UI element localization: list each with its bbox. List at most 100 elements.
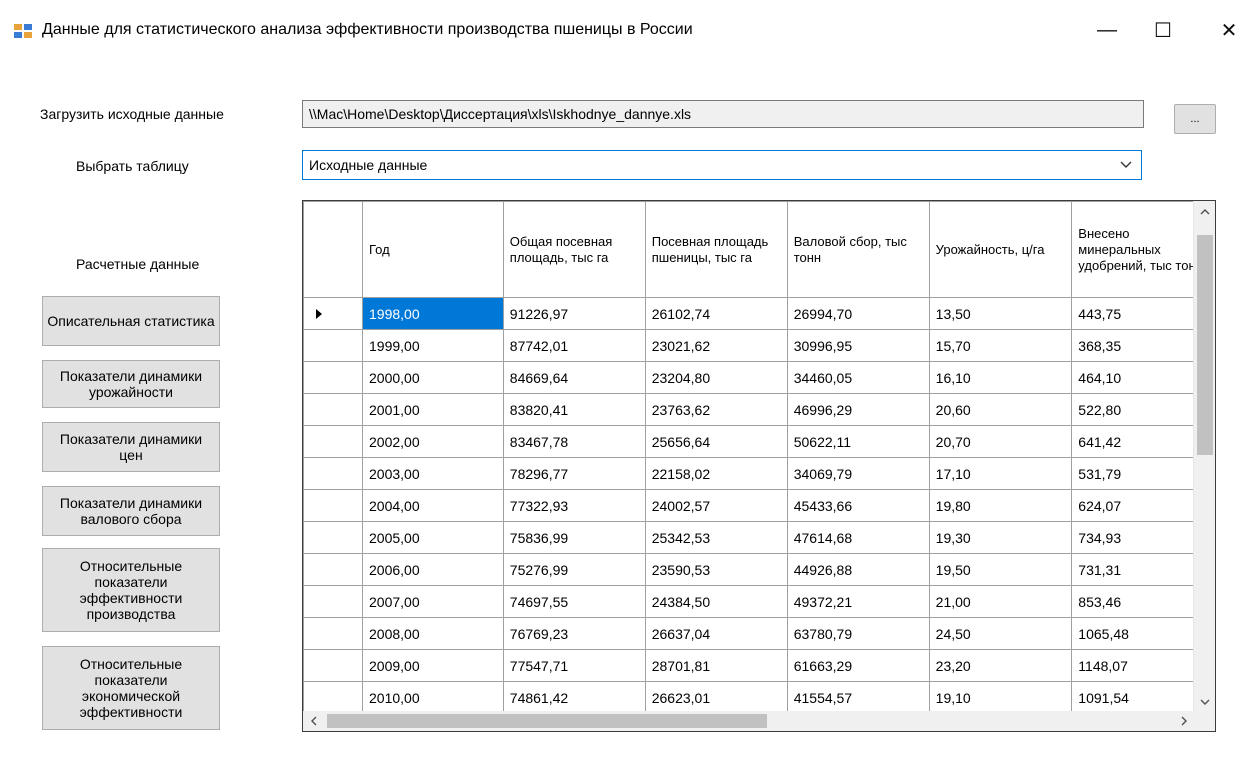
table-cell[interactable]: 24384,50 [644,585,788,618]
table-cell[interactable]: 16,10 [928,361,1073,394]
table-cell[interactable]: 50622,11 [786,425,930,458]
table-row[interactable]: 2000,00 84669,64 23204,80 34460,05 16,10 464,… [303,361,1215,394]
row-header[interactable] [303,649,364,682]
table-cell[interactable]: 28701,81 [644,649,788,682]
table-row[interactable]: 2009,00 77547,71 28701,81 61663,29 23,20 1148… [303,649,1215,682]
chevron-down-icon[interactable] [1119,157,1133,171]
table-cell[interactable]: 2005,00 [362,521,504,554]
table-cell[interactable]: 87742,01 [502,329,646,362]
scroll-left-icon[interactable] [305,712,323,730]
table-cell[interactable]: 34460,05 [786,361,930,394]
row-header[interactable] [303,617,364,650]
table-cell[interactable]: 75836,99 [502,521,646,554]
table-cell[interactable]: 30996,95 [786,329,930,362]
table-cell[interactable]: 61663,29 [786,649,930,682]
table-cell[interactable]: 34069,79 [786,457,930,490]
row-header[interactable] [303,361,364,394]
table-cell[interactable]: 25342,53 [644,521,788,554]
table-cell[interactable]: 13,50 [928,297,1073,330]
table-cell[interactable]: 23763,62 [644,393,788,426]
table-cell[interactable]: 26637,04 [644,617,788,650]
scroll-up-icon[interactable] [1196,203,1214,221]
scroll-right-icon[interactable] [1175,712,1193,730]
table-cell[interactable]: 23,20 [928,649,1073,682]
table-cell[interactable]: 19,50 [928,553,1073,586]
table-row[interactable]: 2003,00 78296,77 22158,02 34069,79 17,10 531,… [303,457,1215,490]
table-cell[interactable]: 22158,02 [644,457,788,490]
table-cell[interactable]: 78296,77 [502,457,646,490]
table-cell[interactable]: 2004,00 [362,489,504,522]
table-cell[interactable]: 47614,68 [786,521,930,554]
table-cell[interactable]: 77322,93 [502,489,646,522]
table-cell[interactable]: 26994,70 [786,297,930,330]
table-cell[interactable]: 83467,78 [502,425,646,458]
column-header[interactable]: Урожайность, ц/га [928,201,1073,298]
table-cell[interactable]: 23590,53 [644,553,788,586]
table-cell[interactable]: 21,00 [928,585,1073,618]
data-grid[interactable]: Год Общая посевная площадь, тыс га Посев… [302,200,1216,732]
table-cell[interactable]: 17,10 [928,457,1073,490]
column-header[interactable]: Общая посевная площадь, тыс га [502,201,646,298]
scroll-down-icon[interactable] [1196,693,1214,711]
table-cell[interactable]: 23204,80 [644,361,788,394]
harvest-dynamics-button[interactable]: Показатели динамики валового сбора [42,486,220,536]
production-efficiency-button[interactable]: Относительные показатели эффективности п… [42,548,220,632]
table-cell[interactable]: 75276,99 [502,553,646,586]
descriptive-stats-button[interactable]: Описательная статистика [42,296,220,346]
row-header[interactable] [303,521,364,554]
minimize-button[interactable]: — [1084,12,1130,48]
horizontal-scroll-thumb[interactable] [327,714,767,728]
table-cell[interactable]: 1998,00 [362,297,504,330]
row-header[interactable] [303,425,364,458]
table-cell[interactable]: 2006,00 [362,553,504,586]
yield-dynamics-button[interactable]: Показатели динамики урожайности [42,360,220,408]
price-dynamics-button[interactable]: Показатели динамики цен [42,422,220,472]
table-cell[interactable]: 23021,62 [644,329,788,362]
row-header[interactable] [303,553,364,586]
column-header[interactable]: Год [362,201,504,298]
table-cell[interactable]: 26623,01 [644,681,788,714]
table-cell[interactable]: 2002,00 [362,425,504,458]
vertical-scrollbar[interactable] [1193,201,1215,713]
row-header[interactable] [303,457,364,490]
table-cell[interactable]: 15,70 [928,329,1073,362]
table-cell[interactable]: 2003,00 [362,457,504,490]
row-header[interactable] [303,585,364,618]
table-cell[interactable]: 45433,66 [786,489,930,522]
table-cell[interactable]: 44926,88 [786,553,930,586]
table-cell[interactable]: 2010,00 [362,681,504,714]
row-header[interactable] [303,393,364,426]
table-row[interactable]: 1999,00 87742,01 23021,62 30996,95 15,70 368,… [303,329,1215,362]
table-cell[interactable]: 41554,57 [786,681,930,714]
table-row[interactable]: 1998,00 91226,97 26102,74 26994,70 13,50 443,… [303,297,1215,330]
table-cell[interactable]: 76769,23 [502,617,646,650]
vertical-scroll-thumb[interactable] [1197,235,1213,455]
table-cell[interactable]: 19,80 [928,489,1073,522]
table-cell[interactable]: 19,10 [928,681,1073,714]
row-header[interactable] [303,489,364,522]
column-header[interactable]: Валовой сбор, тыс тонн [786,201,930,298]
horizontal-scrollbar[interactable] [303,711,1195,731]
table-cell[interactable]: 74697,55 [502,585,646,618]
table-select-combobox[interactable]: Исходные данные [302,150,1142,180]
table-cell[interactable]: 83820,41 [502,393,646,426]
table-cell[interactable]: 2009,00 [362,649,504,682]
table-row[interactable]: 2001,00 83820,41 23763,62 46996,29 20,60 522,… [303,393,1215,426]
table-cell[interactable]: 1999,00 [362,329,504,362]
table-row[interactable]: 2005,00 75836,99 25342,53 47614,68 19,30 734,… [303,521,1215,554]
table-cell[interactable]: 2007,00 [362,585,504,618]
table-row[interactable]: 2004,00 77322,93 24002,57 45433,66 19,80 624,… [303,489,1215,522]
table-cell[interactable]: 24002,57 [644,489,788,522]
economic-efficiency-button[interactable]: Относительные показатели экономической э… [42,646,220,730]
row-header[interactable] [303,681,364,714]
table-cell[interactable]: 77547,71 [502,649,646,682]
table-row[interactable]: 2010,00 74861,42 26623,01 41554,57 19,10 1091… [303,681,1215,714]
row-header[interactable] [303,297,364,330]
browse-button[interactable]: ... [1174,104,1216,134]
table-row[interactable]: 2002,00 83467,78 25656,64 50622,11 20,70 641,… [303,425,1215,458]
table-cell[interactable]: 19,30 [928,521,1073,554]
table-row[interactable]: 2008,00 76769,23 26637,04 63780,79 24,50 1065… [303,617,1215,650]
table-cell[interactable]: 26102,74 [644,297,788,330]
table-cell[interactable]: 2001,00 [362,393,504,426]
table-cell[interactable]: 91226,97 [502,297,646,330]
